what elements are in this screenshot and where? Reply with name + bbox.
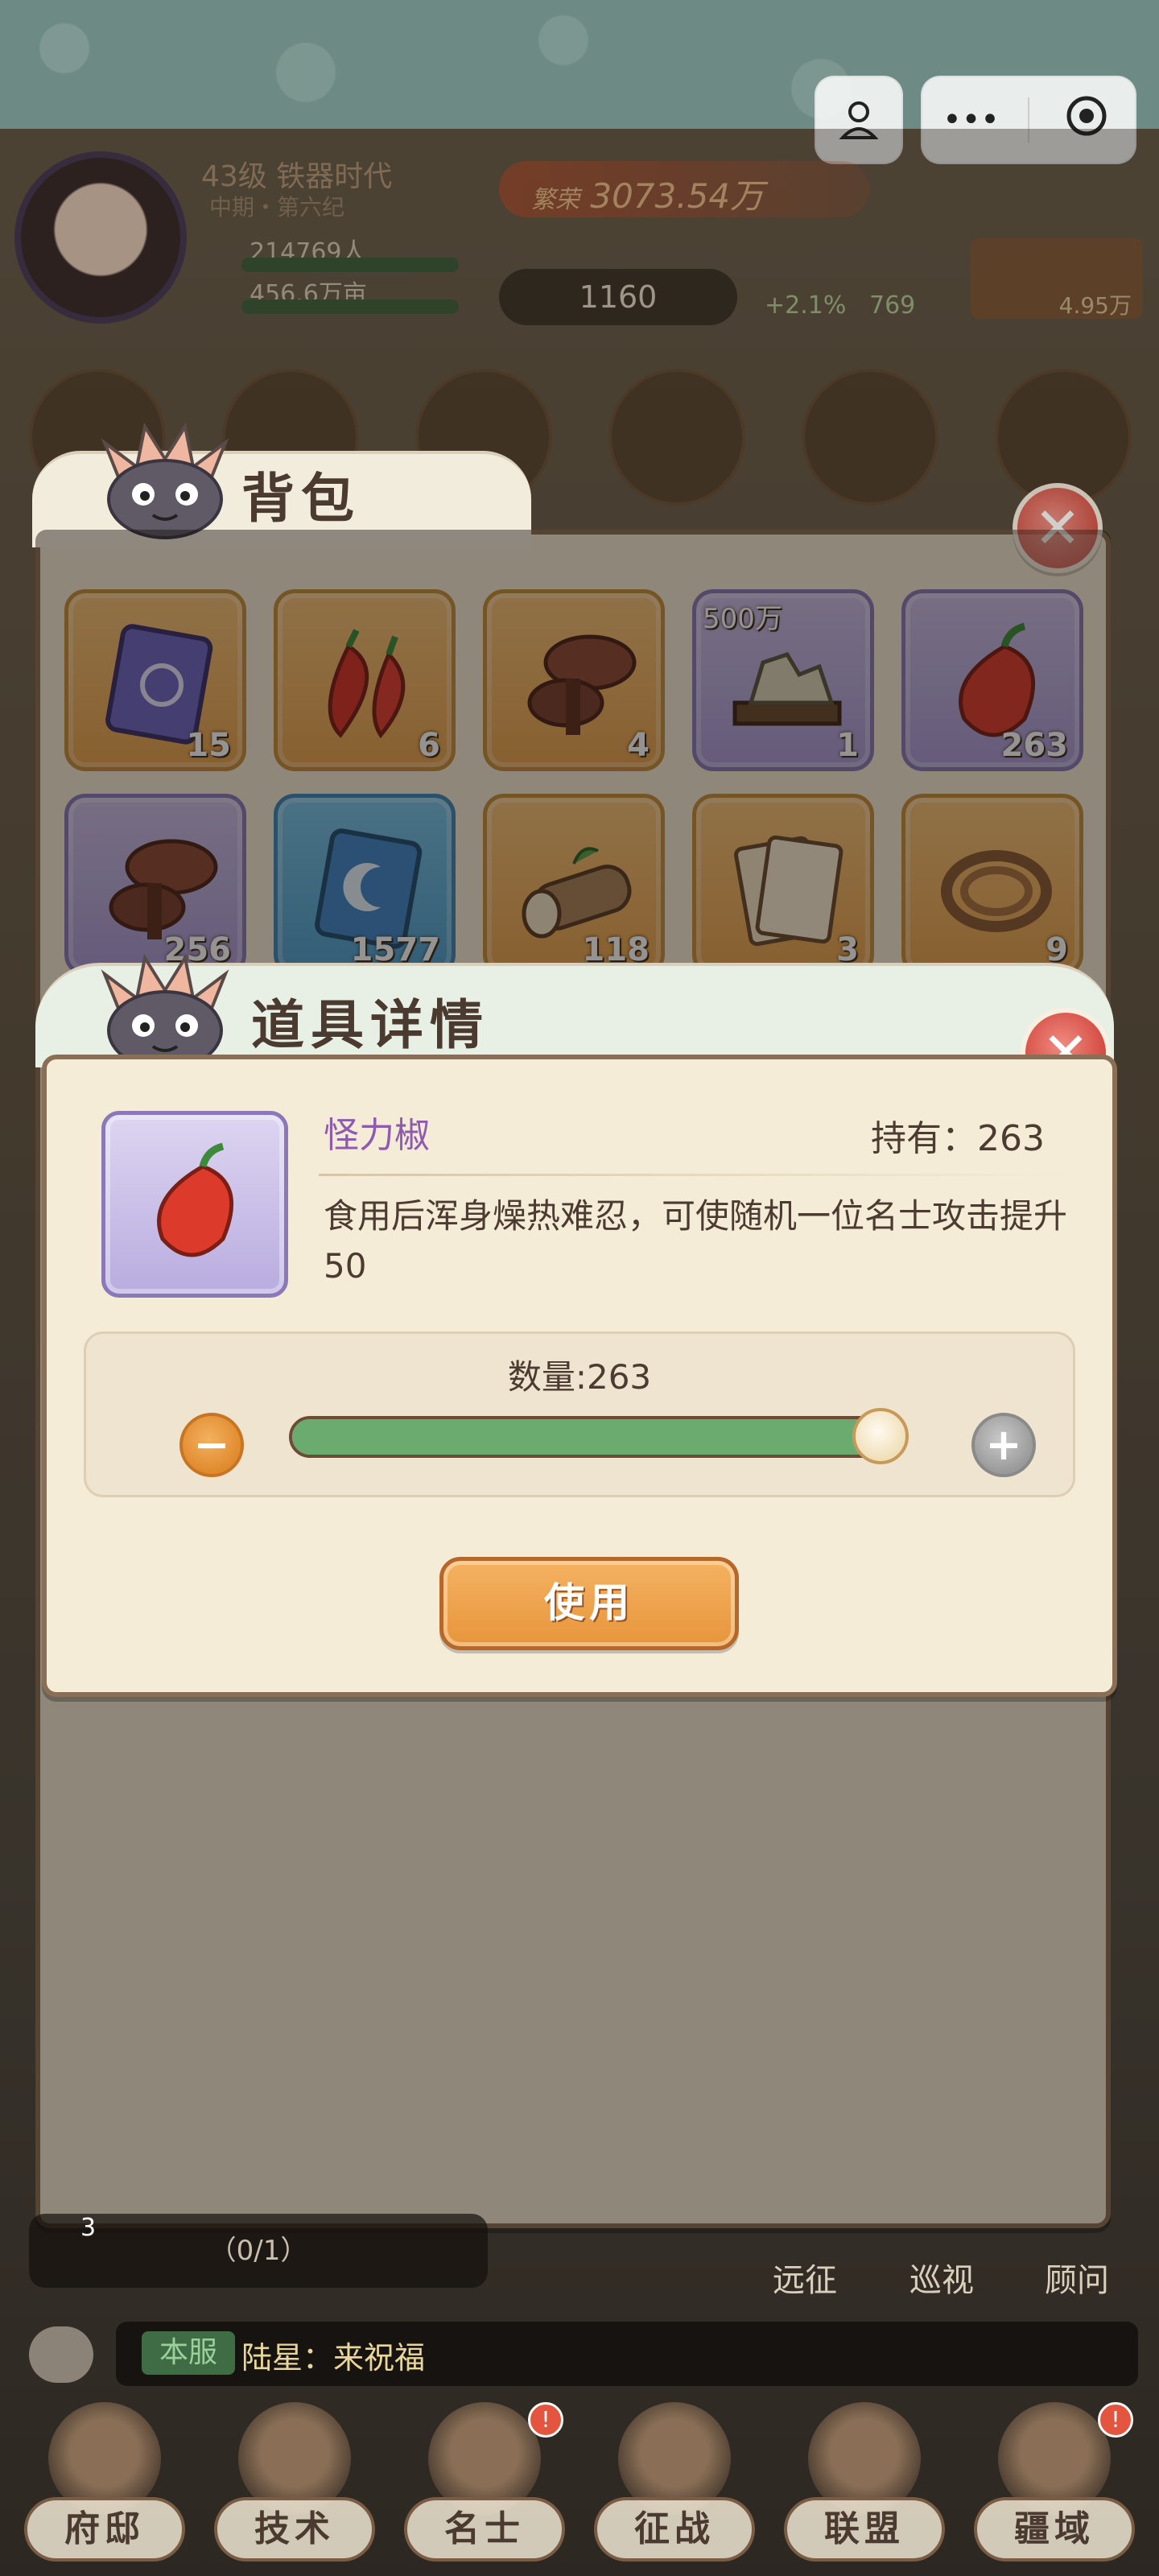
bag-slot-wood-log[interactable]: 118 xyxy=(483,794,665,976)
red-pepper-icon xyxy=(157,1142,234,1257)
nav-label: 联盟 xyxy=(784,2497,945,2562)
dragon-mascot-icon xyxy=(101,953,229,1071)
chat-icon[interactable] xyxy=(29,2326,93,2383)
item-frame xyxy=(101,1111,288,1298)
slider-handle[interactable] xyxy=(852,1408,909,1464)
slot-count: 15 xyxy=(186,727,231,764)
dragon-mascot-icon xyxy=(101,422,229,539)
quantity-label: 数量:263 xyxy=(507,1357,652,1397)
item-description: 食用后浑身燥热难忍，可使随机一位名士攻击提升50 xyxy=(324,1196,1068,1286)
nav-label: 征战 xyxy=(594,2497,755,2562)
playing-cards-icon xyxy=(734,835,843,947)
nav-battle[interactable]: 征战 xyxy=(586,2402,763,2576)
bag-slot-rope-coil[interactable]: 9 xyxy=(901,794,1083,976)
patrol-button[interactable]: 巡视 xyxy=(909,2254,974,2301)
nav-territory[interactable]: 疆域 ! xyxy=(966,2402,1143,2576)
quest-progress[interactable]: （0/1） xyxy=(29,2214,488,2288)
notification-badge: ! xyxy=(528,2402,563,2438)
nav-label: 疆域 xyxy=(974,2497,1135,2562)
bag-slot-moon-card[interactable]: 1577 xyxy=(274,794,456,976)
slot-count: 4 xyxy=(627,727,650,764)
mushroom-icon xyxy=(527,634,637,735)
item-detail-panel: 怪力椒 持有：263 食用后浑身燥热难忍，可使随机一位名士攻击提升50 数量:2… xyxy=(42,1055,1117,1697)
detail-title: 道具详情 xyxy=(251,993,489,1056)
expedition-button[interactable]: 远征 xyxy=(773,2254,837,2301)
nav-scholars[interactable]: 名士 ! xyxy=(396,2402,573,2576)
decrease-button[interactable]: − xyxy=(179,1413,244,1477)
advisor-button[interactable]: 顾问 xyxy=(1045,2254,1109,2301)
rope-coil-icon xyxy=(941,850,1052,932)
chat-message: 陆星：来祝福 xyxy=(241,2340,426,2376)
bag-slot-red-pepper[interactable]: 263 xyxy=(901,589,1083,771)
bag-slot-scroll-card[interactable]: 15 xyxy=(64,589,246,771)
chat-server-tag: 本服 xyxy=(142,2331,235,2375)
owned-count: 持有：263 xyxy=(871,1118,1045,1159)
bottom-navigation: 府邸 技术 名士 ! 征战 联盟 疆域 ! xyxy=(0,2402,1159,2576)
increase-button[interactable]: + xyxy=(971,1413,1036,1477)
bag-close-button[interactable]: ✕ xyxy=(1013,483,1103,573)
nav-mansion[interactable]: 府邸 xyxy=(16,2402,193,2576)
slot-count: 263 xyxy=(1000,727,1069,764)
bag-slot-lingzhi[interactable]: 4 xyxy=(483,589,665,771)
nav-tech[interactable]: 技术 xyxy=(206,2402,383,2576)
bag-slot-stone-ore[interactable]: 500万 1 xyxy=(692,589,874,771)
quantity-selector: 数量:263 − + xyxy=(84,1331,1075,1497)
bag-slot-playing-cards[interactable]: 3 xyxy=(692,794,874,976)
nav-label: 府邸 xyxy=(24,2497,185,2562)
slider-fill xyxy=(292,1419,885,1455)
plus-icon: + xyxy=(985,1419,1022,1470)
divider-line xyxy=(319,1174,1075,1176)
nav-alliance[interactable]: 联盟 xyxy=(776,2402,953,2576)
minus-icon: − xyxy=(193,1419,230,1470)
quest-badge: 3 xyxy=(80,2214,97,2242)
use-button[interactable]: 使用 xyxy=(439,1557,739,1650)
nav-label: 技术 xyxy=(214,2497,375,2562)
nav-label: 名士 xyxy=(404,2497,565,2562)
item-name: 怪力椒 xyxy=(324,1115,430,1156)
slot-count: 1 xyxy=(836,727,859,764)
slot-count: 6 xyxy=(418,727,440,764)
bag-slot-chili-peppers[interactable]: 6 xyxy=(274,589,456,771)
stone-ore-icon xyxy=(732,651,842,726)
notification-badge: ! xyxy=(1098,2402,1133,2438)
chili-pepper-icon xyxy=(328,629,406,739)
quantity-slider[interactable] xyxy=(289,1408,909,1464)
bag-title: 背包 xyxy=(241,467,361,530)
